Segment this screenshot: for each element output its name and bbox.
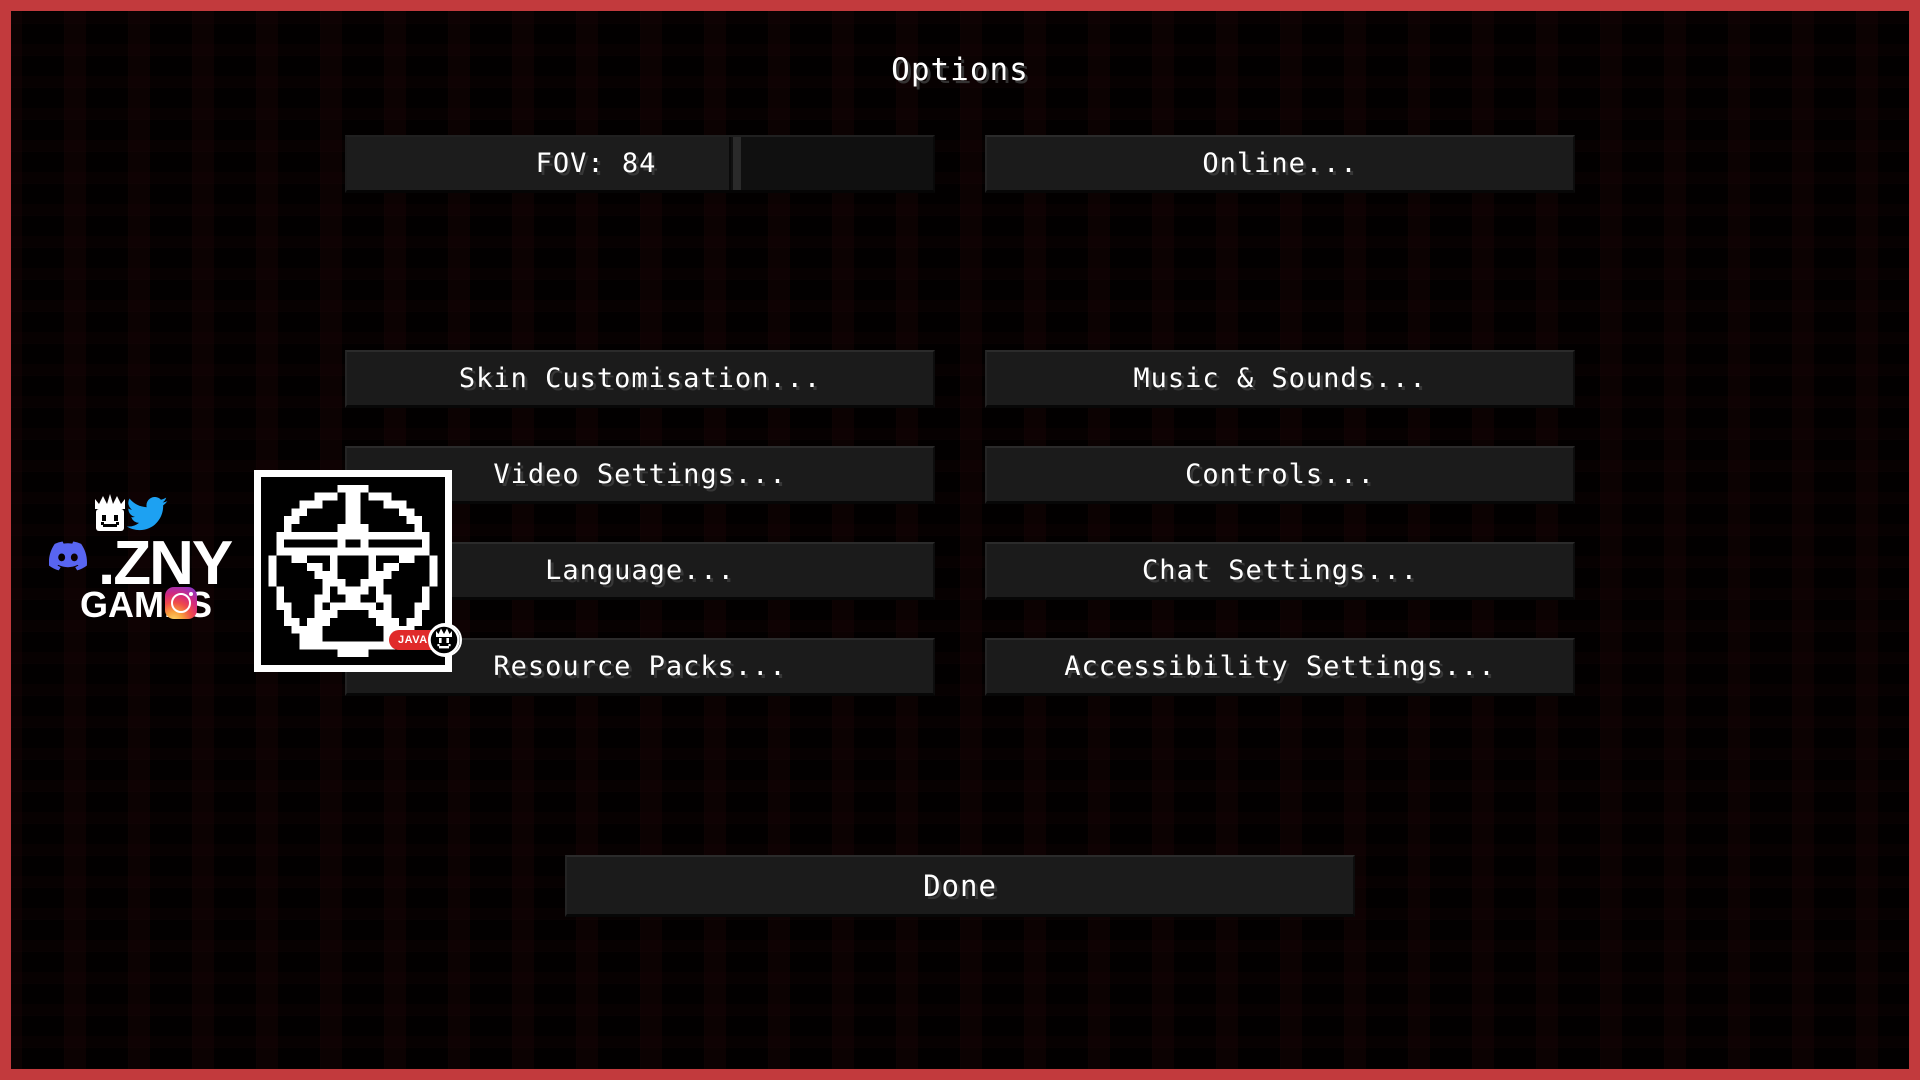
done-button[interactable]: Done: [565, 855, 1355, 917]
znygames-watermark: .ZNY GAMES: [49, 494, 242, 635]
pixel-art-panel: JAVA: [254, 470, 462, 672]
fov-slider-fill: [347, 137, 731, 190]
accessibility-settings-button-label: Accessibility Settings...: [1064, 651, 1496, 682]
done-button-label: Done: [923, 868, 997, 903]
game-window: Options FOV: 84 Online... Skin Customisa…: [0, 0, 1920, 1080]
music-and-sounds-button-label: Music & Sounds...: [1133, 363, 1427, 394]
discord-icon: [49, 541, 87, 571]
online-button-label: Online...: [1202, 148, 1358, 179]
language-button-label: Language...: [545, 555, 735, 586]
fov-slider[interactable]: FOV: 84: [345, 135, 935, 193]
resource-packs-button-label: Resource Packs...: [493, 651, 787, 682]
chat-settings-button-label: Chat Settings...: [1141, 555, 1419, 586]
music-and-sounds-button[interactable]: Music & Sounds...: [985, 350, 1575, 408]
chat-settings-button[interactable]: Chat Settings...: [985, 542, 1575, 600]
video-settings-button-label: Video Settings...: [493, 459, 787, 490]
instagram-icon: [165, 587, 197, 619]
java-edition-badge: JAVA: [389, 623, 462, 657]
controls-button-label: Controls...: [1185, 459, 1375, 490]
skin-customisation-button[interactable]: Skin Customisation...: [345, 350, 935, 408]
fov-slider-handle[interactable]: [733, 137, 741, 190]
instagram-lens: [171, 593, 191, 613]
crown-face-icon: [427, 623, 462, 657]
controls-button[interactable]: Controls...: [985, 446, 1575, 504]
crown-face-glyph: [428, 623, 460, 656]
twitter-icon: [126, 497, 168, 531]
online-button[interactable]: Online...: [985, 135, 1575, 193]
accessibility-settings-button[interactable]: Accessibility Settings...: [985, 638, 1575, 696]
skin-customisation-button-label: Skin Customisation...: [458, 363, 822, 394]
instagram-dot: [188, 591, 193, 596]
page-title: Options: [891, 52, 1029, 88]
